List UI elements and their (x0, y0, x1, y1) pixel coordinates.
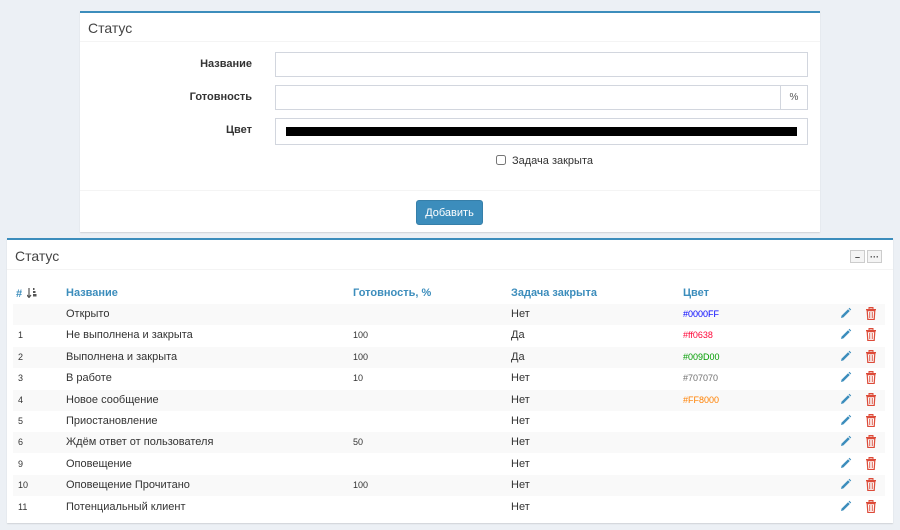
col-name-header[interactable]: Название (66, 287, 118, 299)
row-num: 1 (18, 330, 24, 341)
row-num: 10 (18, 480, 29, 491)
row-closed: Нет (511, 372, 530, 385)
delete-icon[interactable] (865, 478, 879, 492)
row-readiness: 100 (353, 480, 369, 491)
col-num-label: # (16, 288, 23, 300)
row-closed: Нет (511, 308, 530, 320)
row-closed: Да (511, 329, 525, 342)
col-color-header[interactable]: Цвет (683, 287, 709, 299)
row-readiness: 10 (353, 373, 364, 384)
edit-icon[interactable] (839, 307, 853, 321)
col-closed-header[interactable]: Задача закрыта (511, 287, 597, 299)
row-closed: Нет (511, 393, 530, 406)
table-row: 11 Потенциальный клиент Нет (13, 497, 885, 518)
row-num: 11 (18, 501, 28, 512)
row-color: #ff0638 (683, 330, 713, 341)
row-closed: Нет (511, 479, 530, 492)
edit-icon[interactable] (839, 350, 853, 364)
row-num: 6 (18, 437, 24, 448)
more-button[interactable]: ··· (867, 250, 882, 263)
row-num: 9 (18, 458, 24, 469)
row-name: Оповещение (66, 457, 132, 470)
edit-icon[interactable] (839, 500, 853, 514)
row-name: Открыто (66, 308, 110, 320)
add-button[interactable]: Добавить (416, 200, 483, 225)
delete-icon[interactable] (865, 328, 879, 342)
edit-icon[interactable] (839, 328, 853, 342)
table-row: 10 Оповещение Прочитано 100 Нет (13, 475, 885, 497)
table-row: 4 Новое сообщение Нет #FF8000 (13, 389, 885, 411)
edit-icon[interactable] (839, 435, 853, 449)
row-closed: Нет (511, 415, 530, 427)
form-panel-header: Статус (80, 13, 820, 42)
row-name: Не выполнена и закрыта (66, 329, 193, 342)
color-swatch (286, 127, 797, 136)
row-num: 5 (18, 416, 24, 426)
row-color: #FF8000 (683, 394, 720, 405)
status-form-panel: Статус Название Готовность % Цвет Задача… (80, 11, 820, 232)
row-name: Новое сообщение (66, 393, 159, 406)
form-footer (80, 190, 820, 191)
name-label: Название (200, 58, 252, 70)
edit-icon[interactable] (839, 457, 853, 471)
col-readiness-header[interactable]: Готовность, % (353, 287, 431, 299)
table-row: 6 Ждём ответ от пользователя 50 Нет (13, 432, 885, 454)
delete-icon[interactable] (865, 456, 879, 471)
closed-checkbox-label: Задача закрыта (512, 155, 593, 167)
row-num: 4 (18, 394, 24, 405)
row-color: #0000FF (683, 309, 720, 319)
row-name: Ждём ответ от пользователя (66, 436, 214, 449)
table-row: 1 Не выполнена и закрыта 100 Да #ff0638 (13, 325, 885, 346)
table-row: Открыто Нет #0000FF (13, 304, 885, 325)
percent-addon: % (780, 85, 808, 110)
edit-icon[interactable] (839, 393, 853, 407)
table-panel-header: Статус – ··· (7, 240, 893, 270)
delete-icon[interactable] (865, 392, 879, 407)
row-closed: Нет (511, 457, 530, 470)
delete-icon[interactable] (865, 349, 879, 364)
status-table-panel: Статус – ··· # Название Готовность, % За… (7, 238, 893, 523)
readiness-label: Готовность (189, 91, 252, 103)
table-row: 2 Выполнена и закрыта 100 Да #009D00 (13, 346, 885, 368)
readiness-input[interactable] (275, 85, 781, 110)
closed-checkbox[interactable] (496, 155, 506, 165)
row-color: #009D00 (683, 351, 720, 362)
table-row: 3 В работе 10 Нет #707070 (13, 368, 885, 389)
color-label: Цвет (225, 124, 252, 136)
panel-tools: – ··· (850, 250, 882, 263)
row-num: 2 (18, 351, 24, 362)
row-closed: Да (511, 350, 525, 363)
row-readiness: 50 (353, 437, 364, 448)
delete-icon[interactable] (865, 499, 879, 514)
row-name: Потенциальный клиент (66, 500, 186, 513)
row-name: Приостановление (66, 415, 158, 427)
row-readiness: 100 (353, 351, 369, 362)
row-num: 3 (18, 373, 24, 384)
col-num-header[interactable]: # (16, 287, 37, 300)
row-readiness: 100 (353, 330, 369, 341)
collapse-button[interactable]: – (850, 250, 865, 263)
sort-icon (26, 288, 37, 299)
table-header: # Название Готовность, % Задача закрыта … (7, 284, 893, 302)
name-input[interactable] (275, 52, 808, 77)
edit-icon[interactable] (839, 414, 853, 428)
delete-icon[interactable] (865, 307, 879, 321)
delete-icon[interactable] (865, 435, 879, 449)
edit-icon[interactable] (839, 371, 853, 385)
edit-icon[interactable] (839, 478, 853, 492)
table-panel-title: Статус (15, 248, 60, 264)
table-row: 5 Приостановление Нет (13, 411, 885, 432)
row-name: В работе (66, 372, 112, 385)
delete-icon[interactable] (865, 414, 879, 428)
row-closed: Нет (511, 500, 530, 513)
delete-icon[interactable] (865, 371, 879, 385)
table-row: 9 Оповещение Нет (13, 454, 885, 475)
row-name: Выполнена и закрыта (66, 350, 178, 363)
color-picker-field[interactable] (275, 118, 808, 145)
row-color: #707070 (683, 373, 719, 384)
row-name: Оповещение Прочитано (66, 479, 190, 492)
form-panel-title: Статус (88, 20, 133, 36)
row-closed: Нет (511, 436, 530, 449)
